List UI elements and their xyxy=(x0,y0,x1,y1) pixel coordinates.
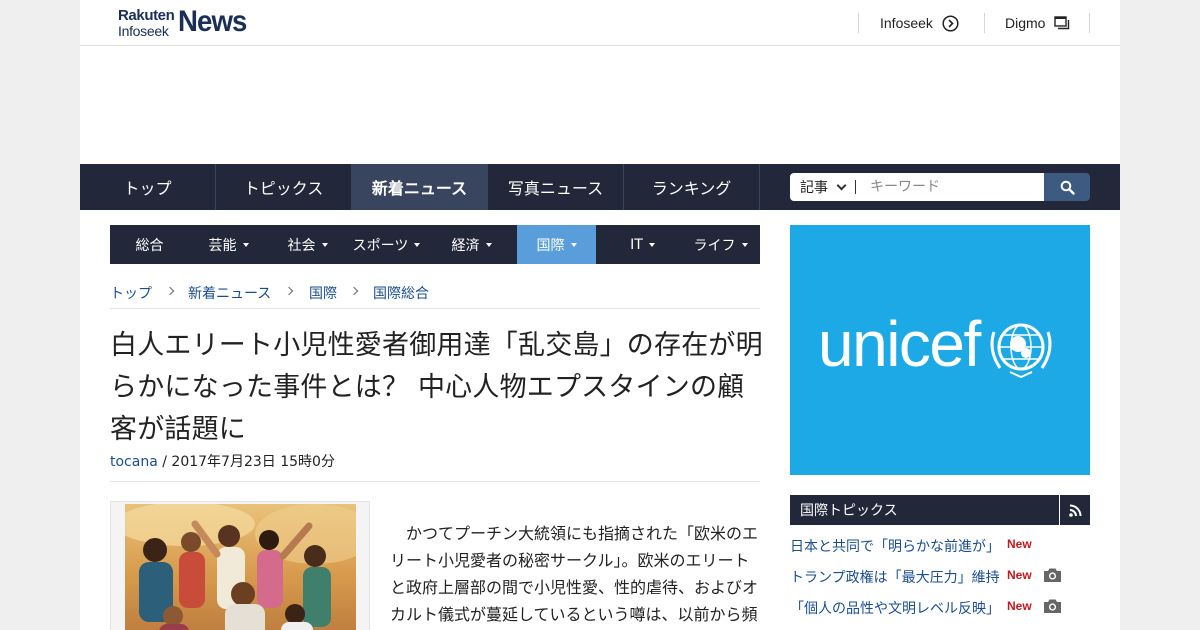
search-input[interactable] xyxy=(856,173,1044,201)
category-label: ライフ xyxy=(693,237,736,254)
category-general[interactable]: 総合 xyxy=(110,225,189,264)
category-label: 総合 xyxy=(135,237,164,254)
camera-icon xyxy=(1044,568,1061,582)
search-scope-value: 記事 xyxy=(800,180,828,196)
category-label: スポーツ xyxy=(352,237,409,254)
caret-down-icon xyxy=(570,243,577,247)
windows-icon xyxy=(1054,16,1070,30)
breadcrumb: トップ 新着ニュース 国際 国際総合 xyxy=(110,283,760,309)
digmo-link-label: Digmo xyxy=(1005,15,1046,31)
article-body: かつてプーチン大統領にも指摘された「欧米のエリート小児愛者の秘密サークル」。欧米… xyxy=(390,524,759,624)
nav-ranking[interactable]: ランキング xyxy=(624,164,760,210)
camera-icon xyxy=(1044,599,1061,613)
nav-topics[interactable]: トピックス xyxy=(216,164,352,210)
breadcrumb-international[interactable]: 国際 xyxy=(309,283,337,303)
main-nav: トップ トピックス 新着ニュース 写真ニュース ランキング 記事 xyxy=(80,164,1120,210)
category-label: 社会 xyxy=(287,237,316,254)
new-badge: New xyxy=(1007,537,1032,551)
caret-down-icon xyxy=(321,243,328,247)
category-it[interactable]: IT xyxy=(603,225,682,264)
unicef-ad[interactable]: unicef xyxy=(790,225,1090,475)
logo-news: News xyxy=(178,5,247,38)
article-title: 白人エリート小児性愛者御用達「乱交島」の存在が明らかになった事件とは？ 中心人物… xyxy=(110,330,763,445)
category-international[interactable]: 国際 xyxy=(517,225,596,264)
rss-icon xyxy=(1068,504,1081,517)
nav-top[interactable]: トップ xyxy=(80,164,216,210)
caret-down-icon xyxy=(741,243,748,247)
category-label: 芸能 xyxy=(208,237,237,254)
unicef-emblem-icon xyxy=(990,323,1052,378)
nav-new-news[interactable]: 新着ニュース xyxy=(352,164,488,210)
infoseek-link-label: Infoseek xyxy=(880,15,933,31)
breadcrumb-top[interactable]: トップ xyxy=(110,283,152,303)
topic-item[interactable]: 日本と共同で「明らかな前進が」 New xyxy=(790,534,1090,558)
party-photo-image xyxy=(125,504,356,630)
category-entertainment[interactable]: 芸能 xyxy=(189,225,268,264)
logo-rakuten: Rakuten xyxy=(118,7,175,24)
breadcrumb-international-general[interactable]: 国際総合 xyxy=(373,283,429,303)
divider xyxy=(110,481,760,482)
category-sports[interactable]: スポーツ xyxy=(347,225,426,264)
chevron-right-icon xyxy=(284,286,294,296)
search-button[interactable] xyxy=(1044,173,1090,201)
chevron-down-icon xyxy=(836,180,847,191)
circle-arrow-right-icon xyxy=(942,14,959,32)
site-logo[interactable]: Rakuten Infoseek News xyxy=(118,5,258,40)
page: Rakuten Infoseek News Infoseek Digmo トップ… xyxy=(80,0,1120,630)
article-date: 2017年7月23日 15時0分 xyxy=(171,454,335,470)
category-society[interactable]: 社会 xyxy=(268,225,347,264)
category-label: 国際 xyxy=(536,237,565,254)
topics-header: 国際トピックス xyxy=(790,495,1090,525)
topic-link[interactable]: 日本と共同で「明らかな前進が」 xyxy=(790,536,1000,556)
new-badge: New xyxy=(1007,568,1032,582)
category-economy[interactable]: 経済 xyxy=(437,225,506,264)
chevron-right-icon xyxy=(165,286,175,296)
caret-down-icon xyxy=(414,243,421,247)
article-source[interactable]: tocana xyxy=(110,454,158,470)
new-badge: New xyxy=(1007,599,1032,613)
article-meta: tocana / 2017年7月23日 15時0分 xyxy=(110,451,335,471)
breadcrumb-new-news[interactable]: 新着ニュース xyxy=(188,283,271,303)
chevron-right-icon xyxy=(349,286,359,296)
site-header: Rakuten Infoseek News Infoseek Digmo xyxy=(80,0,1120,46)
article-photo[interactable] xyxy=(110,501,370,630)
topic-item[interactable]: トランプ政権は「最大圧力」維持 New xyxy=(790,565,1090,589)
digmo-link[interactable]: Digmo xyxy=(984,13,1090,33)
topic-link[interactable]: トランプ政権は「最大圧力」維持 xyxy=(790,567,1000,587)
category-label: IT xyxy=(630,236,643,253)
logo-infoseek: Infoseek xyxy=(118,23,169,39)
category-nav: 総合 芸能 社会 スポーツ 経済 国際 IT ライフ xyxy=(110,225,760,264)
caret-down-icon xyxy=(485,243,492,247)
topic-link[interactable]: 「個人の品性や文明レベル反映」 xyxy=(790,598,1000,618)
nav-photo-news[interactable]: 写真ニュース xyxy=(488,164,624,210)
caret-down-icon xyxy=(242,243,249,247)
caret-down-icon xyxy=(648,243,655,247)
category-label: 経済 xyxy=(451,237,480,254)
infoseek-link[interactable]: Infoseek xyxy=(858,13,984,33)
search-icon xyxy=(1060,180,1075,195)
topic-item[interactable]: 「個人の品性や文明レベル反映」 New xyxy=(790,596,1090,620)
unicef-ad-text: unicef xyxy=(818,308,981,380)
search-scope-select[interactable]: 記事 xyxy=(790,173,856,201)
category-life[interactable]: ライフ xyxy=(681,225,760,264)
rss-button[interactable] xyxy=(1059,495,1090,525)
topics-title: 国際トピックス xyxy=(800,503,898,519)
search-form: 記事 xyxy=(790,173,1090,201)
